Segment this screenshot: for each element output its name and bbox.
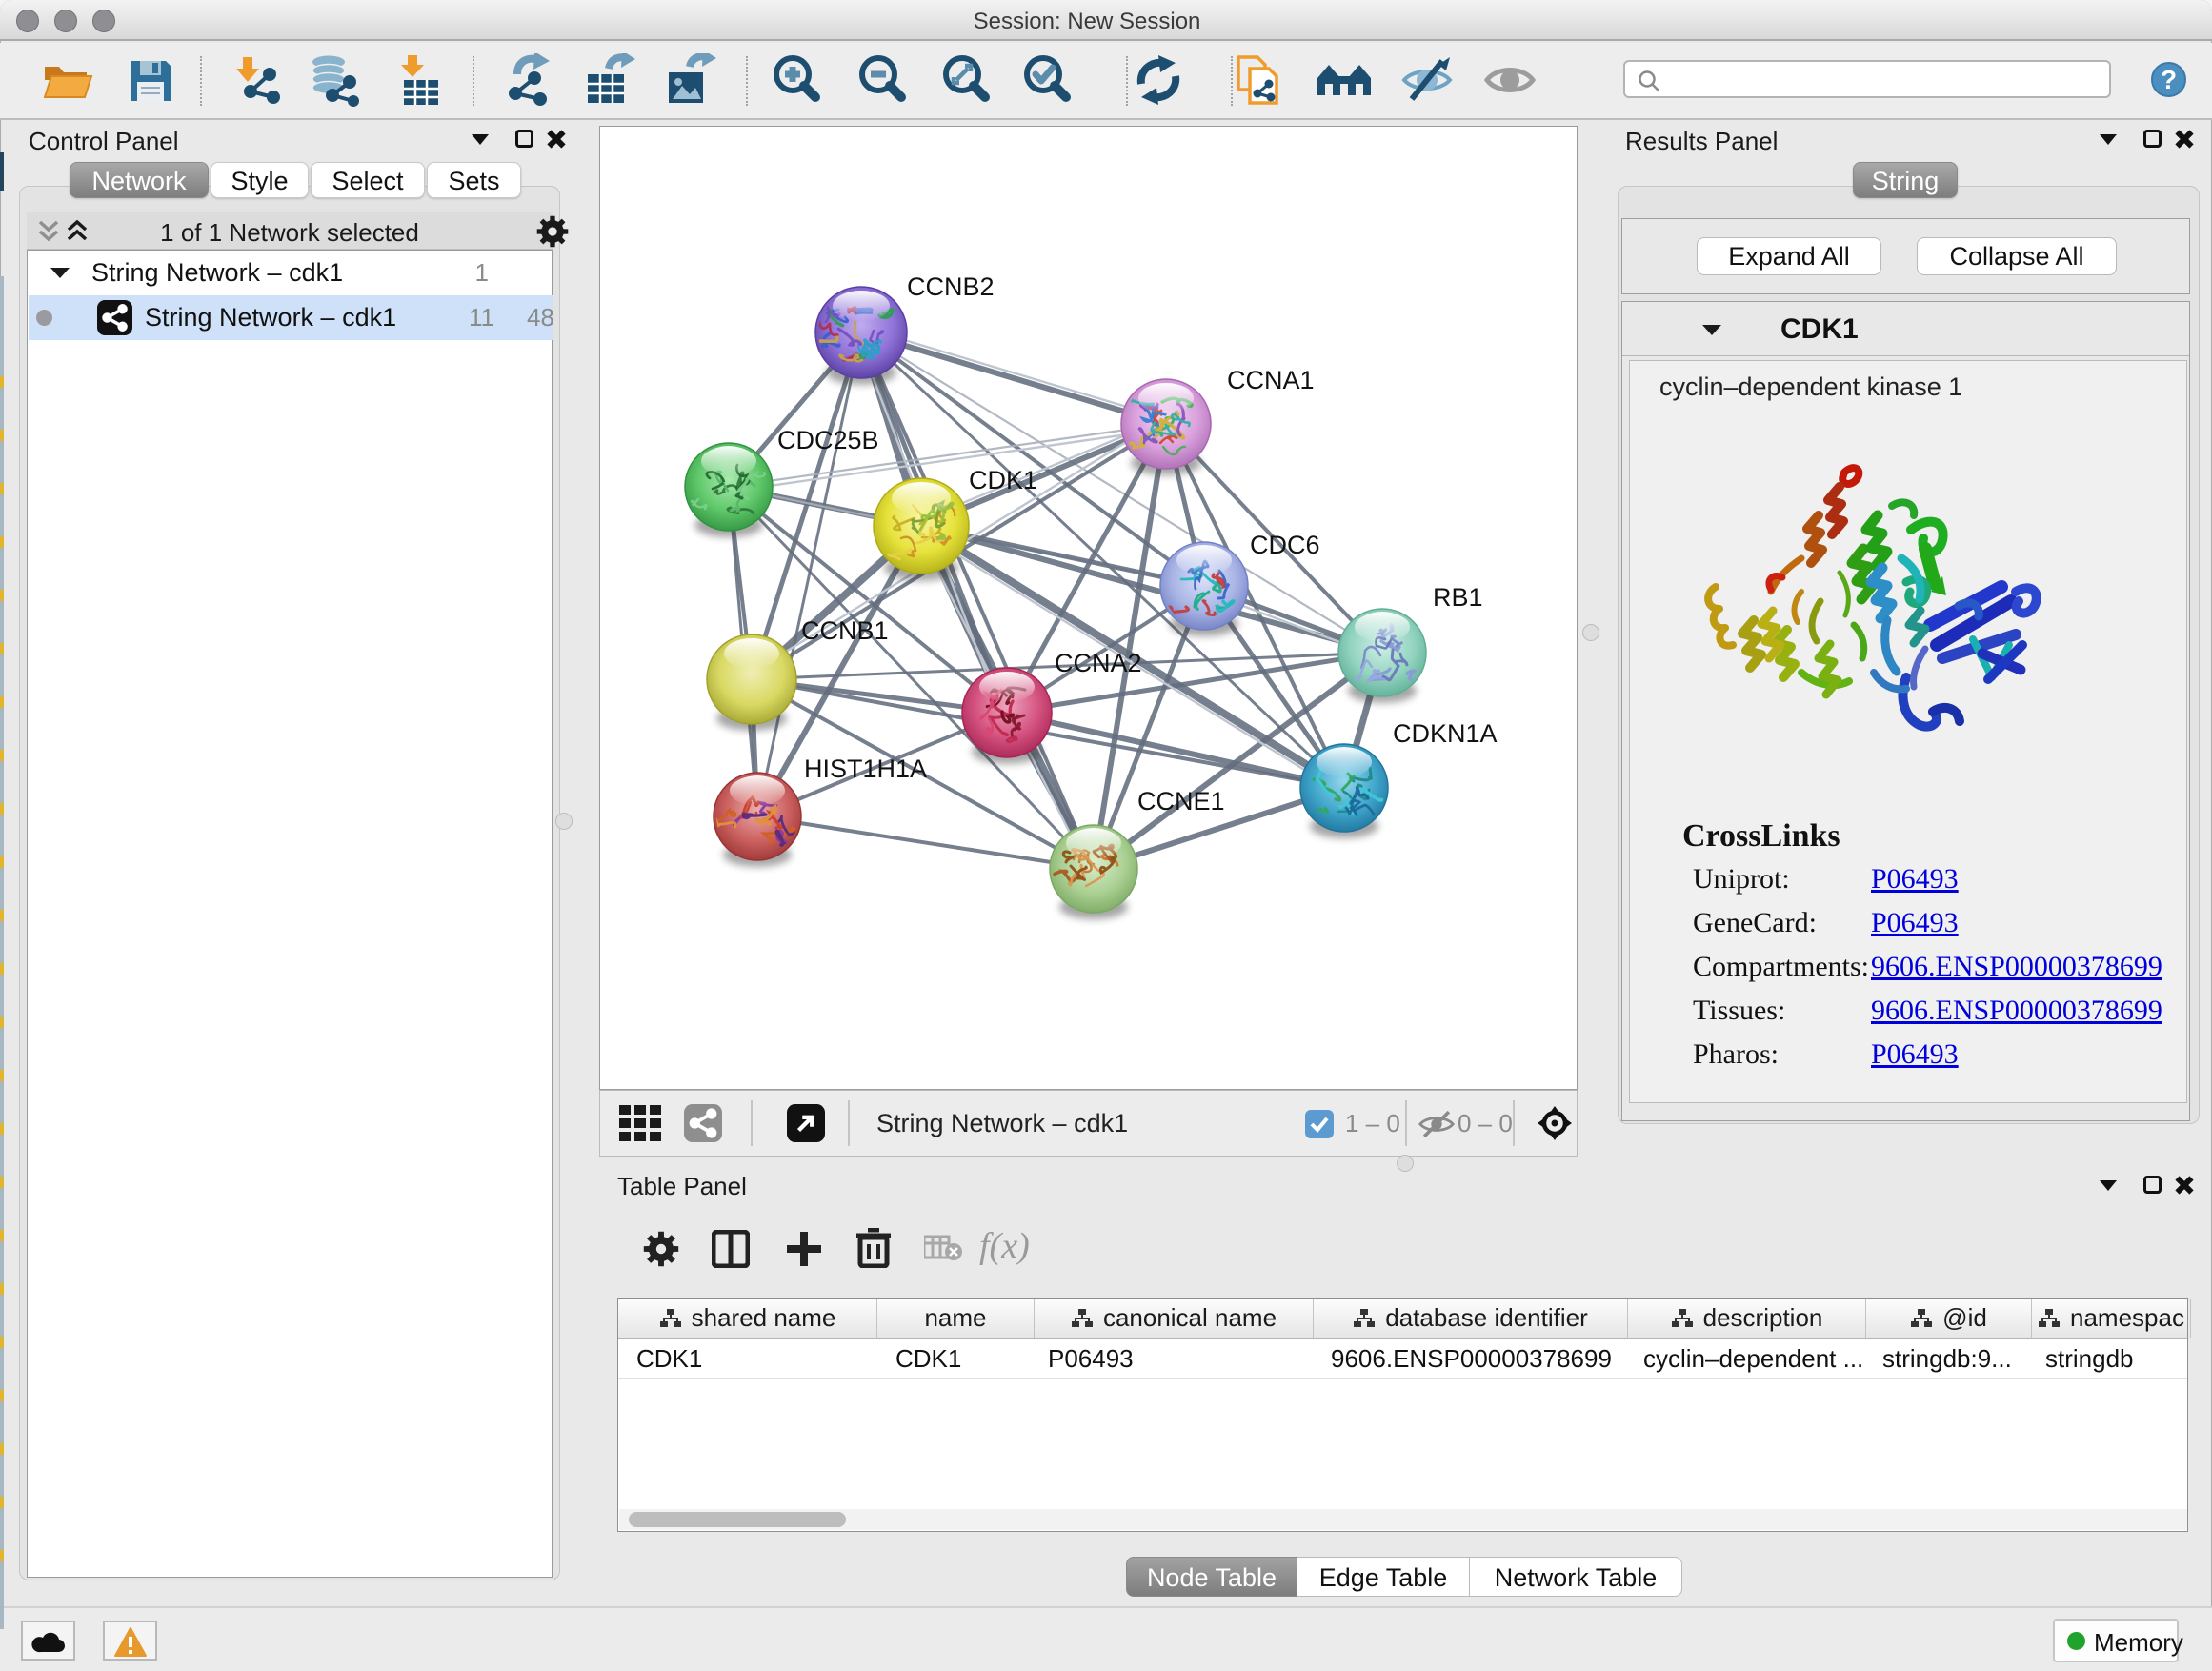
svg-text:CCNB2: CCNB2 — [907, 272, 995, 301]
svg-text:CDKN1A: CDKN1A — [1393, 719, 1498, 748]
svg-text:CDC25B: CDC25B — [777, 426, 879, 454]
svg-text:CCNE1: CCNE1 — [1137, 787, 1225, 815]
svg-text:CCNA2: CCNA2 — [1055, 649, 1142, 677]
svg-text:CCNB1: CCNB1 — [801, 616, 889, 645]
svg-text:CDK1: CDK1 — [969, 466, 1037, 494]
svg-text:HIST1H1A: HIST1H1A — [804, 755, 927, 783]
svg-text:RB1: RB1 — [1433, 583, 1483, 612]
svg-text:CCNA1: CCNA1 — [1227, 366, 1315, 394]
svg-text:CDC6: CDC6 — [1250, 531, 1320, 559]
